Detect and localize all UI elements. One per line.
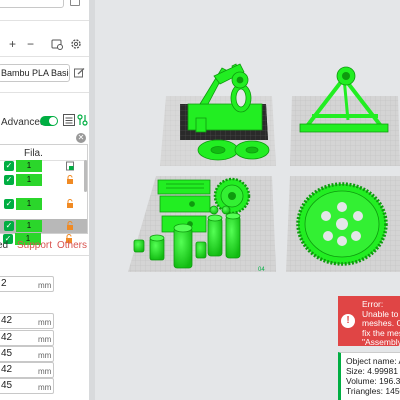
param-value: 42 bbox=[1, 364, 13, 375]
object-filament-table: Fila. ✓ 1 ✓ 1 ✓ 1 ✓ 1 bbox=[0, 144, 88, 234]
param-field[interactable]: 45 mm bbox=[0, 346, 54, 362]
error-icon: ! bbox=[341, 314, 355, 328]
param-unit: mm bbox=[38, 281, 52, 290]
tab-support[interactable]: Support bbox=[17, 240, 52, 251]
divider bbox=[0, 92, 89, 93]
table-scrollbar[interactable] bbox=[84, 160, 87, 192]
plate-settings-icon[interactable] bbox=[51, 38, 63, 50]
param-unit: mm bbox=[38, 335, 52, 344]
stand-ring bbox=[336, 66, 356, 86]
table-row[interactable]: ✓ 1 bbox=[0, 159, 87, 173]
remove-plate-button[interactable]: − bbox=[27, 38, 34, 50]
gear-icon[interactable] bbox=[70, 38, 82, 50]
tab-others[interactable]: Others bbox=[57, 240, 87, 251]
small-gear-model[interactable] bbox=[213, 177, 251, 215]
filament-preset-select[interactable]: Bambu PLA Basic... bbox=[0, 64, 70, 82]
param-value: 42 bbox=[1, 315, 13, 326]
lock-icon[interactable] bbox=[66, 199, 74, 209]
filament-cell[interactable]: 1 bbox=[16, 220, 42, 232]
list-view-icon[interactable] bbox=[63, 114, 75, 126]
param-field[interactable]: 42 mm bbox=[0, 362, 54, 378]
lock-icon[interactable] bbox=[66, 175, 74, 185]
close-icon[interactable]: ✕ bbox=[76, 133, 86, 143]
edit-preset-icon[interactable] bbox=[74, 68, 85, 78]
divider bbox=[0, 255, 89, 256]
param-unit: mm bbox=[38, 367, 52, 376]
lock-icon[interactable] bbox=[66, 221, 74, 231]
param-unit: mm bbox=[38, 383, 52, 392]
large-gear-model[interactable] bbox=[296, 182, 388, 266]
filament-cell[interactable]: 1 bbox=[16, 174, 42, 186]
filament-cell[interactable]: 1 bbox=[16, 160, 42, 172]
tab-quality[interactable]: ed bbox=[0, 240, 8, 251]
param-unit: mm bbox=[38, 318, 52, 327]
compare-icon[interactable] bbox=[77, 114, 88, 126]
object-icon bbox=[66, 161, 74, 171]
param-value: 45 bbox=[1, 380, 13, 391]
param-field[interactable]: 2 mm bbox=[0, 276, 54, 292]
advanced-label: Advanced bbox=[1, 117, 46, 128]
table-row-selected[interactable]: ✓ 1 bbox=[0, 219, 87, 233]
left-sidebar: + − Bambu PLA Basic... Advanced ✕ Fila. … bbox=[0, 0, 89, 400]
param-value: 42 bbox=[1, 332, 13, 343]
divider bbox=[0, 20, 89, 21]
param-field[interactable]: 42 mm bbox=[0, 330, 54, 346]
add-plate-button[interactable]: + bbox=[9, 38, 16, 50]
param-field[interactable]: 42 mm bbox=[0, 313, 54, 329]
settings-tabs: ed Support Others bbox=[0, 240, 89, 254]
param-value: 45 bbox=[1, 348, 13, 359]
filament-column-header: Fila. bbox=[24, 148, 43, 159]
checkbox[interactable]: ✓ bbox=[4, 221, 14, 231]
edit-icon[interactable] bbox=[70, 0, 80, 6]
search-field[interactable] bbox=[0, 0, 64, 8]
plate-number-label: 04 bbox=[258, 267, 265, 273]
table-row[interactable]: ✓ 1 bbox=[0, 197, 87, 211]
param-field[interactable]: 45 mm bbox=[0, 378, 54, 394]
divider bbox=[0, 56, 89, 57]
error-notification[interactable]: ! Error: Unable to p meshes. On fix the … bbox=[338, 296, 400, 346]
param-value: 2 bbox=[1, 278, 7, 289]
filament-cell[interactable]: 1 bbox=[16, 198, 42, 210]
param-unit: mm bbox=[38, 351, 52, 360]
object-info-panel: Object name: As Size: 4.99981 x 4 Volume… bbox=[338, 352, 400, 400]
object-triangles: Triangles: 1450 ( bbox=[346, 386, 400, 396]
checkbox[interactable]: ✓ bbox=[4, 161, 14, 171]
advanced-toggle[interactable] bbox=[40, 116, 58, 126]
checkbox[interactable]: ✓ bbox=[4, 199, 14, 209]
error-line: "Assembly_ bbox=[362, 337, 400, 346]
table-row[interactable]: ✓ 1 bbox=[0, 173, 87, 187]
checkbox[interactable]: ✓ bbox=[4, 175, 14, 185]
